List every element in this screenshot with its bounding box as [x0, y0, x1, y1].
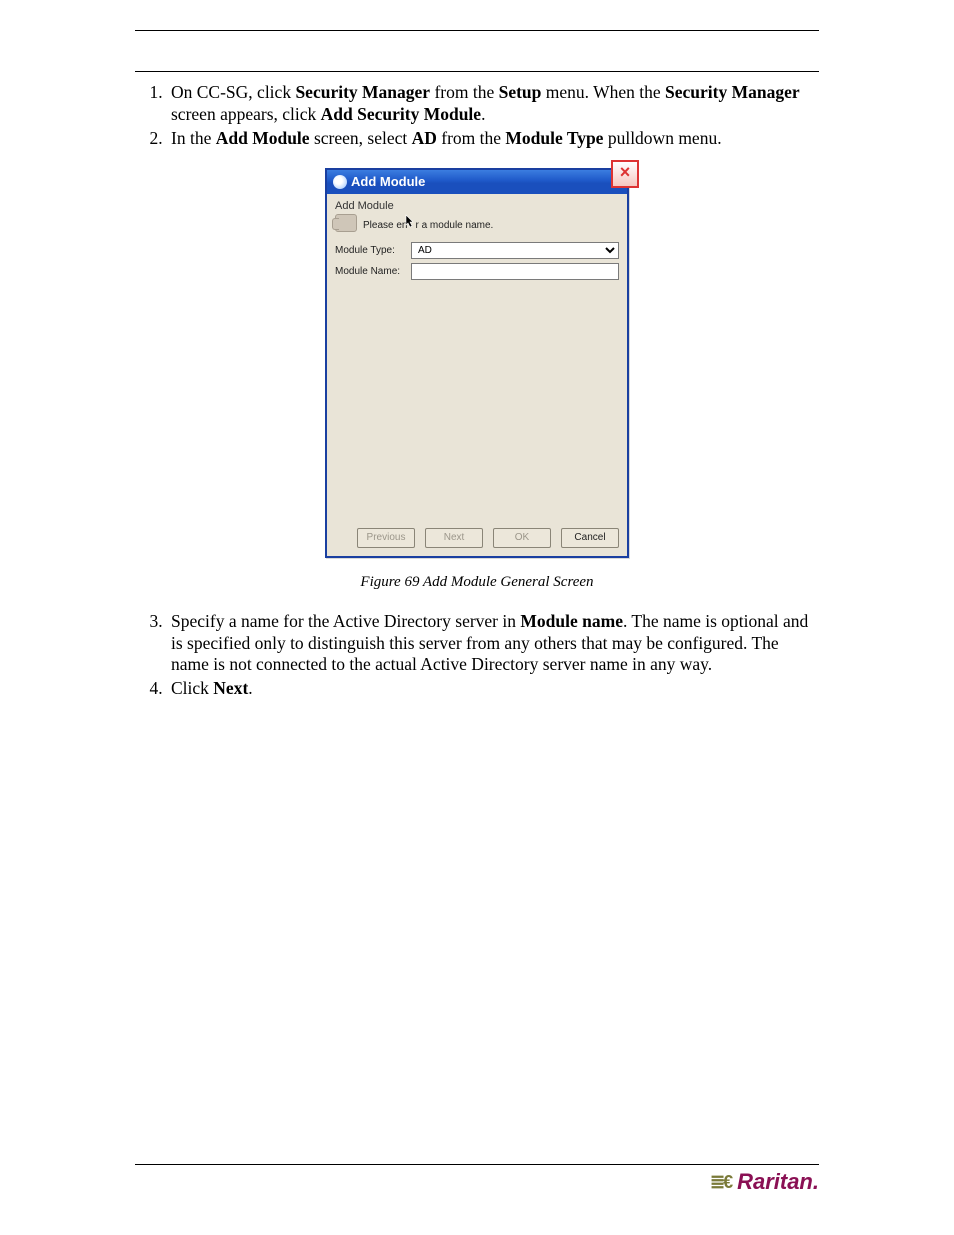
previous-button[interactable]: Previous [357, 528, 415, 548]
bold: Add Security Module [321, 104, 481, 124]
brand-text: Raritan. [737, 1169, 819, 1195]
bold: AD [412, 128, 437, 148]
module-type-label: Module Type: [335, 245, 407, 256]
text: screen, select [310, 128, 412, 148]
bold: Setup [499, 82, 542, 102]
dialog-titlebar[interactable]: Add Module [327, 170, 627, 194]
figure-caption: Figure 69 Add Module General Screen [135, 574, 819, 591]
hint-pre: Please en [363, 220, 407, 231]
text: menu. When the [541, 82, 665, 102]
text: screen appears, click [171, 104, 321, 124]
app-icon [333, 175, 347, 189]
module-type-select[interactable]: AD [411, 242, 619, 259]
text: pulldown menu. [603, 128, 721, 148]
section-rule [135, 71, 819, 72]
cancel-button[interactable]: Cancel [561, 528, 619, 548]
hint-post: r a module name. [415, 220, 493, 231]
dialog-body [327, 282, 627, 520]
step-2: In the Add Module screen, select AD from… [167, 128, 819, 150]
step-3: Specify a name for the Active Directory … [167, 611, 819, 677]
close-icon[interactable]: × [611, 160, 639, 188]
footer-rule [135, 1164, 819, 1165]
next-button[interactable]: Next [425, 528, 483, 548]
bold: Next [213, 678, 248, 698]
step-list-a: On CC-SG, click Security Manager from th… [135, 82, 819, 150]
bold: Add Module [216, 128, 310, 148]
add-module-dialog: × Add Module Add Module Please enr a mod… [325, 168, 629, 558]
step-1: On CC-SG, click Security Manager from th… [167, 82, 819, 126]
cursor-icon [405, 214, 415, 228]
text: from the [430, 82, 499, 102]
step-list-b: Specify a name for the Active Directory … [135, 611, 819, 701]
wizard-step-icon [335, 214, 357, 232]
header-rule [135, 30, 819, 31]
dialog-button-row: Previous Next OK Cancel [327, 520, 627, 556]
text: . [248, 678, 252, 698]
dialog-hint: Please en r a module name. [363, 214, 493, 231]
dialog-subtitle: Add Module [327, 194, 627, 212]
bold: Security Manager [665, 82, 800, 102]
bold: Module Type [505, 128, 603, 148]
bold: Security Manager [295, 82, 430, 102]
text: On CC-SG, click [171, 82, 295, 102]
text: Click [171, 678, 213, 698]
module-name-label: Module Name: [335, 266, 407, 277]
dialog-title-text: Add Module [351, 174, 425, 189]
module-name-input[interactable] [411, 263, 619, 280]
text: from the [437, 128, 506, 148]
text: Specify a name for the Active Directory … [171, 611, 520, 631]
step-4: Click Next. [167, 678, 819, 700]
bold: Module name [520, 611, 623, 631]
brand-glyph-icon: ≣€ [710, 1172, 731, 1193]
text: In the [171, 128, 216, 148]
brand-logo: ≣€ Raritan. [135, 1169, 819, 1195]
ok-button[interactable]: OK [493, 528, 551, 548]
text: . [481, 104, 485, 124]
